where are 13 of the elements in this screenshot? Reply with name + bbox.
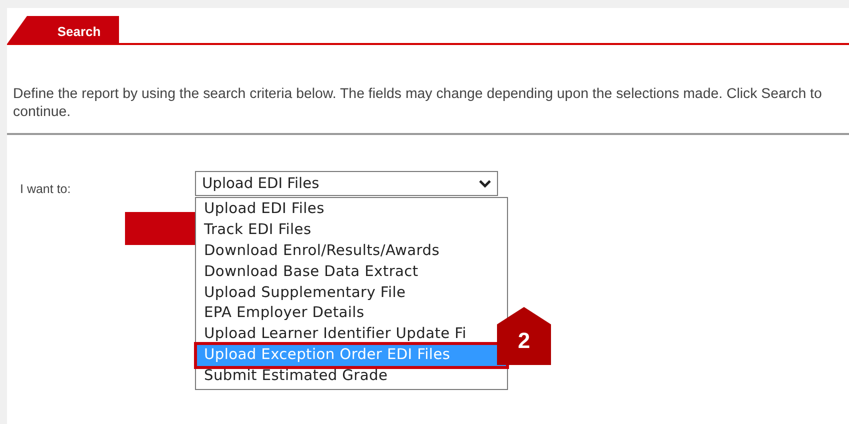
description-text: Define the report by using the search criteria below. The fields may change depending upon the selections made. Click Search to continue. bbox=[7, 45, 849, 135]
dropdown-option[interactable]: Submit Estimated Grade bbox=[197, 366, 388, 388]
dropdown-option[interactable]: Track EDI Files bbox=[197, 220, 312, 241]
step-callout-tooltip: 2 bbox=[497, 307, 551, 365]
dropdown-option[interactable]: EPA Employer Details bbox=[197, 303, 364, 324]
dropdown-option[interactable]: Upload Supplementary File bbox=[197, 282, 406, 304]
dropdown-option[interactable]: Upload EDI Files bbox=[197, 199, 324, 220]
report-select[interactable]: Upload EDI Files bbox=[195, 171, 498, 196]
dropdown-option[interactable]: Upload Learner Identifier Update Fi bbox=[197, 324, 466, 346]
field-label: I want to: bbox=[20, 181, 71, 198]
dropdown-option[interactable]: Download Base Data Extract bbox=[197, 262, 418, 283]
search-tab[interactable]: Search bbox=[7, 16, 119, 44]
dropdown-option[interactable]: Download Enrol/Results/Awards bbox=[197, 240, 440, 262]
